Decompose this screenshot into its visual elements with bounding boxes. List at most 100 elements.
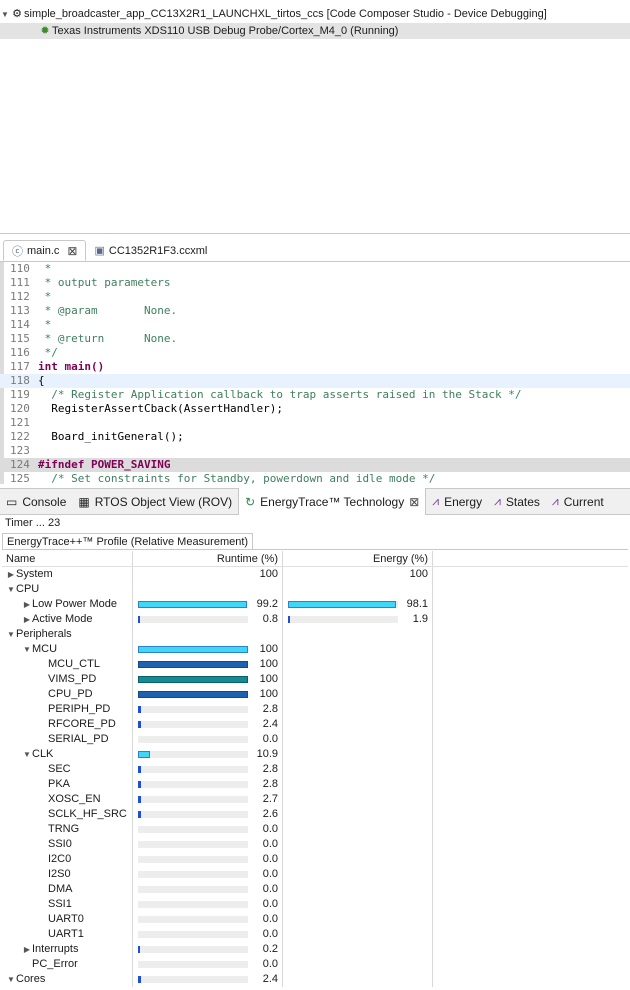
code-line[interactable]: 121 (0, 416, 630, 430)
code-line[interactable]: 115 * @return None. (0, 332, 630, 346)
table-row[interactable]: TRNG 0.0 (2, 822, 628, 837)
bar-fill (138, 601, 247, 608)
column-header-empty (432, 551, 628, 566)
table-row[interactable]: SERIAL_PD 0.0 (2, 732, 628, 747)
collapse-arrow-icon[interactable]: ▼ (0, 10, 10, 19)
line-number: 110 (10, 262, 30, 275)
table-row[interactable]: PERIPH_PD 2.8 (2, 702, 628, 717)
expand-down-icon[interactable]: ▼ (6, 627, 16, 642)
table-row[interactable]: ▼ CLK 10.9 (2, 747, 628, 762)
column-header-energy[interactable]: Energy (%) (282, 551, 432, 566)
row-name-cell: ▶ System (2, 567, 132, 582)
runtime-cell: 2.8 (132, 777, 282, 792)
expand-down-icon[interactable]: ▼ (22, 642, 32, 657)
value-label: 0.0 (262, 883, 278, 895)
code-line[interactable]: 110 * (0, 262, 630, 276)
bar-track (138, 976, 248, 983)
debug-session-row[interactable]: ▼ ⚙ simple_broadcaster_app_CC13X2R1_LAUN… (0, 6, 630, 22)
table-row[interactable]: DMA 0.0 (2, 882, 628, 897)
table-row[interactable]: UART1 0.0 (2, 927, 628, 942)
table-row[interactable]: SCLK_HF_SRC 2.6 (2, 807, 628, 822)
energy-cell (282, 837, 432, 852)
table-row[interactable]: ▶ Low Power Mode 99.2 98.1 (2, 597, 628, 612)
tab-console[interactable]: ▭ Console (0, 489, 72, 515)
table-row[interactable]: SSI0 0.0 (2, 837, 628, 852)
code-line[interactable]: 120 RegisterAssertCback(AssertHandler); (0, 402, 630, 416)
code-line[interactable]: 111 * output parameters (0, 276, 630, 290)
value-label: 0.8 (262, 613, 278, 625)
expand-right-icon[interactable]: ▶ (6, 567, 16, 582)
table-row[interactable]: ▼ CPU (2, 582, 628, 597)
empty-cell (432, 597, 628, 612)
table-row[interactable]: PC_Error 0.0 (2, 957, 628, 972)
tab-energy[interactable]: ⩘ Energy (426, 489, 488, 515)
table-row[interactable]: MCU_CTL 100 (2, 657, 628, 672)
profile-tab[interactable]: EnergyTrace++™ Profile (Relative Measure… (2, 533, 254, 550)
tab-main-c[interactable]: ⓒ main.c ⊠ (3, 240, 87, 261)
code-line[interactable]: 117 int main() (0, 360, 630, 374)
table-row[interactable]: I2S0 0.0 (2, 867, 628, 882)
table-row[interactable]: SSI1 0.0 (2, 897, 628, 912)
table-row[interactable]: VIMS_PD 100 (2, 672, 628, 687)
graph-icon: ⩘ (494, 494, 501, 508)
energy-cell (282, 807, 432, 822)
expand-right-icon[interactable]: ▶ (22, 597, 32, 612)
expand-right-icon[interactable]: ▶ (22, 612, 32, 627)
row-name: SSI1 (48, 898, 72, 910)
code-line[interactable]: 118 { (0, 374, 630, 388)
bar-fill (138, 946, 140, 953)
close-icon[interactable]: ⊠ (409, 495, 419, 509)
expand-right-icon[interactable]: ▶ (22, 942, 32, 957)
code-line[interactable]: 114 * (0, 318, 630, 332)
table-row[interactable]: CPU_PD 100 (2, 687, 628, 702)
table-row[interactable]: I2C0 0.0 (2, 852, 628, 867)
empty-cell (432, 822, 628, 837)
tab-rov[interactable]: ▦ RTOS Object View (ROV) (72, 489, 238, 515)
close-icon[interactable]: ⊠ (67, 244, 77, 258)
table-row[interactable]: ▶ Interrupts 0.2 (2, 942, 628, 957)
expand-down-icon[interactable]: ▼ (6, 582, 16, 597)
bar-fill (138, 706, 141, 713)
row-name: System (16, 568, 53, 580)
table-row[interactable]: ▼ MCU 100 (2, 642, 628, 657)
expand-down-icon[interactable]: ▼ (6, 972, 16, 987)
table-row[interactable]: PKA 2.8 (2, 777, 628, 792)
code-line[interactable]: 125 /* Set constraints for Standby, powe… (0, 472, 630, 484)
bar-track (138, 886, 248, 893)
empty-cell (432, 777, 628, 792)
empty-cell (432, 882, 628, 897)
row-name: PKA (48, 778, 71, 790)
tab-current[interactable]: ⩘ Current (546, 489, 610, 515)
runtime-cell: 0.0 (132, 897, 282, 912)
bar-track (138, 601, 248, 608)
code-line[interactable]: 113 * @param None. (0, 304, 630, 318)
code-line[interactable]: 112 * (0, 290, 630, 304)
bar-fill (138, 676, 248, 683)
runtime-cell: 2.7 (132, 792, 282, 807)
tab-states[interactable]: ⩘ States (488, 489, 546, 515)
table-row[interactable]: ▶ Active Mode 0.8 1.9 (2, 612, 628, 627)
table-row[interactable]: ▼ Peripherals (2, 627, 628, 642)
code-area[interactable]: 110 * 111 * output parameters 112 * 113 * @… (0, 262, 630, 484)
table-row[interactable]: ▼ Cores 2.4 (2, 972, 628, 987)
code-line[interactable]: 123 (0, 444, 630, 458)
table-row[interactable]: ▶ System 100 100 (2, 567, 628, 582)
table-row[interactable]: UART0 0.0 (2, 912, 628, 927)
tab-ccxml[interactable]: ▣ CC1352R1F3.ccxml (86, 240, 215, 261)
code-line[interactable]: 119 /* Register Application callback to … (0, 388, 630, 402)
runtime-cell: 100 (132, 642, 282, 657)
code-text: * output parameters (38, 276, 171, 289)
row-name-cell: SSI1 (2, 897, 132, 912)
expand-down-icon[interactable]: ▼ (22, 747, 32, 762)
table-row[interactable]: SEC 2.8 (2, 762, 628, 777)
tab-energytrace[interactable]: ↻ EnergyTrace™ Technology ⊠ (238, 488, 427, 515)
code-line[interactable]: 122 Board_initGeneral(); (0, 430, 630, 444)
code-line[interactable]: 116 */ (0, 346, 630, 360)
column-header-runtime[interactable]: Runtime (%) (132, 551, 282, 566)
code-line[interactable]: 124 #ifndef POWER_SAVING (0, 458, 630, 472)
column-header-name[interactable]: Name (2, 551, 132, 566)
debug-probe-row[interactable]: ✹ Texas Instruments XDS110 USB Debug Pro… (0, 23, 630, 39)
table-row[interactable]: RFCORE_PD 2.4 (2, 717, 628, 732)
table-row[interactable]: XOSC_EN 2.7 (2, 792, 628, 807)
line-number: 121 (10, 416, 30, 429)
